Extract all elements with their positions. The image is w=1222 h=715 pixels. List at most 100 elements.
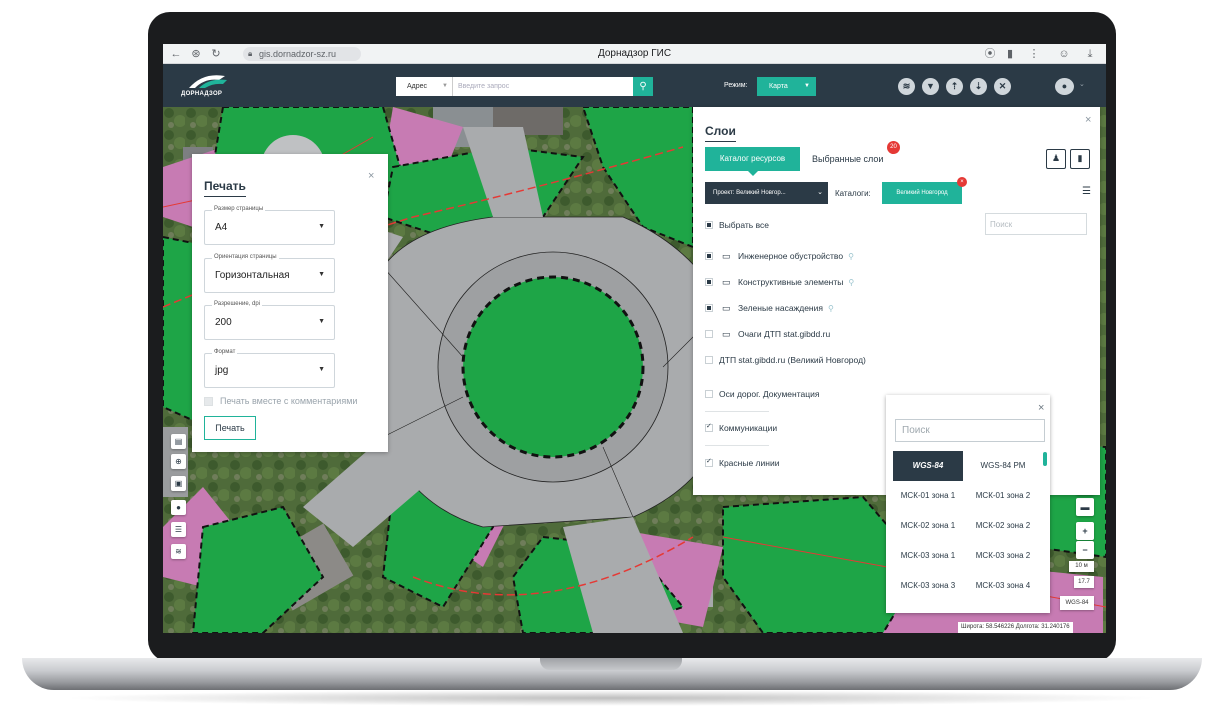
crs-option[interactable]: WGS-84 PM [968, 451, 1038, 481]
app-header: ДОРНАДЗОР Адрес ▼ ⚲ Режим: Карта ▼ ≋ ▼ ⇡… [163, 64, 1106, 107]
crs-option[interactable]: МСК-03 зона 3 [893, 571, 963, 601]
project-select[interactable]: Проект: Великий Новгор... ⌄ [705, 182, 828, 204]
upload-button[interactable]: ⇡ [946, 78, 963, 95]
user-layers-button[interactable]: ♟ [1046, 149, 1066, 169]
bookmark-icon[interactable]: ▮ [1003, 47, 1017, 61]
forward-arrow-icon[interactable]: ⊛ [189, 47, 203, 61]
tools-button[interactable]: ✕ [994, 78, 1011, 95]
layer-checkbox[interactable] [705, 457, 713, 467]
filter-button[interactable]: ▼ [922, 78, 939, 95]
zoom-to-layer-icon[interactable]: ⚲ [828, 304, 834, 313]
crs-option[interactable]: МСК-03 зона 1 [893, 541, 963, 571]
layer-label: ДТП stat.gibdd.ru (Великий Новгород) [719, 355, 866, 365]
layer-row[interactable]: ДТП stat.gibdd.ru (Великий Новгород) [705, 353, 866, 367]
format-select[interactable]: Формат jpg ▼ [204, 349, 335, 388]
layer-checkbox[interactable] [705, 252, 713, 260]
remove-chip-icon[interactable]: × [957, 177, 967, 187]
list-icon: ☰ [174, 525, 183, 534]
page-size-select[interactable]: Размер страницы А4 ▼ [204, 206, 335, 245]
layer-checkbox[interactable] [705, 422, 713, 432]
layer-checkbox[interactable] [705, 304, 713, 312]
zoom-in-button[interactable]: + [1076, 522, 1094, 540]
location-icon[interactable]: ⦿ [983, 47, 997, 61]
field-label: Формат [212, 349, 238, 355]
target-icon: ⊕ [175, 457, 182, 466]
list-tool-button[interactable]: ☰ [171, 522, 186, 537]
select-all-row[interactable]: Выбрать все [705, 218, 769, 232]
search-type-select[interactable]: Адрес ▼ [396, 77, 453, 96]
address-bar[interactable]: 🔒︎ gis.dornadzor-sz.ru [243, 47, 361, 61]
user-menu-button[interactable]: ● [1055, 78, 1074, 95]
print-tool-button[interactable]: ▤ [171, 434, 186, 449]
crs-option[interactable]: МСК-02 зона 1 [893, 511, 963, 541]
reload-icon[interactable]: ↻ [209, 47, 223, 61]
layer-row[interactable]: ▭ Очаги ДТП stat.gibdd.ru [705, 327, 830, 341]
download-button[interactable]: ⇣ [970, 78, 987, 95]
lock-tool-button[interactable]: ▣ [171, 476, 186, 491]
field-label: Разрешение, dpi [212, 301, 262, 307]
layers-tool-button[interactable]: ≋ [171, 544, 186, 559]
resolution-select[interactable]: Разрешение, dpi 200 ▼ [204, 301, 335, 340]
close-icon[interactable]: × [368, 171, 374, 182]
layer-label: Красные линии [719, 458, 780, 468]
catalog-chip[interactable]: Великий Новгород [882, 182, 962, 204]
chevron-down-icon[interactable]: ⌄ [1079, 80, 1085, 88]
scrollbar-thumb[interactable] [1043, 452, 1047, 466]
measure-button[interactable]: ▬ [1076, 498, 1094, 516]
layers-button[interactable]: ≋ [898, 78, 915, 95]
crs-option[interactable]: WGS-84 [893, 451, 963, 481]
layer-row[interactable]: Оси дорог. Документация [705, 387, 819, 401]
crs-option[interactable]: МСК-03 зона 4 [968, 571, 1038, 601]
layer-row[interactable]: ▭ Конструктивные элементы ⚲ [705, 275, 854, 289]
close-icon[interactable]: × [1085, 115, 1091, 126]
layers-icon: ≋ [175, 547, 182, 556]
layers-search-input[interactable] [985, 213, 1087, 235]
zoom-to-layer-icon[interactable]: ⚲ [848, 252, 854, 261]
field-value: jpg [215, 365, 229, 376]
layer-checkbox[interactable] [705, 356, 713, 364]
crs-option[interactable]: МСК-01 зона 2 [968, 481, 1038, 511]
comment-tool-button[interactable]: ● [171, 500, 186, 515]
layer-checkbox[interactable] [705, 278, 713, 286]
tab-catalog[interactable]: Каталог ресурсов [705, 147, 800, 171]
layer-row[interactable]: ▭ Инженерное обустройство ⚲ [705, 249, 854, 263]
layer-row[interactable]: Красные линии [705, 456, 779, 470]
settings-sliders-icon[interactable]: ☰ [1082, 186, 1091, 197]
back-arrow-icon[interactable]: ← [169, 47, 183, 61]
printer-icon: ▤ [174, 437, 183, 446]
search-input[interactable] [453, 77, 633, 96]
crs-option[interactable]: МСК-02 зона 2 [968, 511, 1038, 541]
mode-value: Карта [769, 83, 788, 90]
laptop-notch [540, 658, 682, 670]
chevron-down-icon: ▼ [804, 83, 810, 89]
print-button[interactable]: Печать [204, 416, 256, 440]
layer-label: Очаги ДТП stat.gibdd.ru [738, 329, 831, 339]
select-all-checkbox[interactable] [705, 221, 713, 229]
layer-label: Инженерное обустройство [738, 251, 844, 261]
layer-row[interactable]: ▭ Зеленые насаждения ⚲ [705, 301, 834, 315]
ruler-icon: ▬ [1080, 502, 1090, 512]
layer-row[interactable]: Коммуникации [705, 421, 777, 435]
logo[interactable]: ДОРНАДЗОР [181, 72, 241, 100]
crs-toggle[interactable]: WGS-84 [1060, 596, 1094, 610]
bookmarks-button[interactable]: ▮ [1070, 149, 1090, 169]
crs-option[interactable]: МСК-01 зона 1 [893, 481, 963, 511]
search-button[interactable]: ⚲ [633, 77, 653, 96]
orientation-select[interactable]: Ориентация страницы Горизонтальная ▼ [204, 254, 335, 293]
crs-search-input[interactable] [895, 419, 1045, 442]
comments-checkbox[interactable] [204, 397, 213, 406]
locate-tool-button[interactable]: ⊕ [171, 454, 186, 469]
mode-select[interactable]: Карта ▼ [757, 77, 816, 96]
close-icon[interactable]: × [1038, 403, 1044, 414]
layer-checkbox[interactable] [705, 330, 713, 338]
download-icon[interactable]: ⤓ [1083, 47, 1097, 61]
zoom-to-layer-icon[interactable]: ⚲ [848, 278, 854, 287]
more-icon[interactable]: ⋮ [1027, 47, 1041, 61]
zoom-out-button[interactable]: − [1076, 541, 1094, 559]
divider [705, 411, 769, 412]
chevron-down-icon: ▼ [442, 83, 448, 89]
layer-checkbox[interactable] [705, 390, 713, 398]
tab-selected-layers[interactable]: Выбранные слои [812, 154, 883, 164]
profile-icon[interactable]: ☺ [1057, 47, 1071, 61]
crs-option[interactable]: МСК-03 зона 2 [968, 541, 1038, 571]
